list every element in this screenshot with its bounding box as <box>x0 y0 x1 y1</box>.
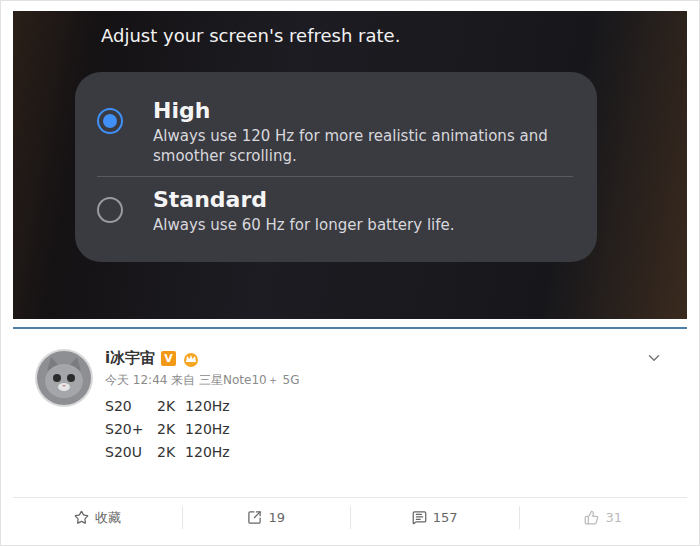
verified-badge: V <box>161 351 176 366</box>
refresh-rate-card: High Always use 120 Hz for more realistic… <box>75 72 597 262</box>
spec-line: S20+2K120Hz <box>105 420 633 439</box>
comment-button[interactable]: 157 <box>350 506 519 529</box>
settings-title: Adjust your screen's refresh rate. <box>101 25 597 46</box>
option-description: Always use 60 Hz for longer battery life… <box>153 216 455 236</box>
refresh-option[interactable]: Standard Always use 60 Hz for longer batt… <box>97 176 573 246</box>
option-label: High <box>153 98 573 123</box>
chevron-down-icon[interactable] <box>645 349 677 497</box>
like-button[interactable]: 31 <box>519 506 688 529</box>
like-icon <box>584 510 599 525</box>
radio-button[interactable] <box>97 197 123 223</box>
option-text: High Always use 120 Hz for more realistic… <box>153 98 573 166</box>
repost-button[interactable]: 19 <box>182 506 351 529</box>
comment-icon <box>412 510 427 525</box>
cat-avatar-icon[interactable] <box>35 349 93 407</box>
option-description: Always use 120 Hz for more realistic ani… <box>153 127 573 166</box>
divider <box>13 327 687 329</box>
phone-settings-photo: Adjust your screen's refresh rate. High Al… <box>13 11 687 319</box>
author-name[interactable]: i冰宇宙 <box>105 349 155 368</box>
option-text: Standard Always use 60 Hz for longer batt… <box>153 187 455 236</box>
option-label: Standard <box>153 187 455 212</box>
repost-icon <box>247 510 262 525</box>
weibo-screenshot: Adjust your screen's refresh rate. High Al… <box>0 0 700 546</box>
weibo-post: i冰宇宙 V 今天 12:44 来自 三星Note10＋ 5G S202K120Hz S… <box>13 329 687 497</box>
favorite-icon <box>74 510 89 525</box>
post-body: i冰宇宙 V 今天 12:44 来自 三星Note10＋ 5G S202K120Hz S… <box>105 349 633 497</box>
action-bar: 收藏1915731 <box>13 497 687 537</box>
crown-icon <box>182 351 200 367</box>
radio-dot <box>103 114 117 128</box>
author-row: i冰宇宙 V <box>105 349 633 368</box>
spec-line: S202K120Hz <box>105 397 633 416</box>
refresh-option[interactable]: High Always use 120 Hz for more realistic… <box>97 88 573 176</box>
favorite-button[interactable]: 收藏 <box>13 506 182 529</box>
spec-line: S20U2K120Hz <box>105 443 633 462</box>
post-meta: 今天 12:44 来自 三星Note10＋ 5G <box>105 372 633 389</box>
radio-button[interactable] <box>97 108 123 134</box>
